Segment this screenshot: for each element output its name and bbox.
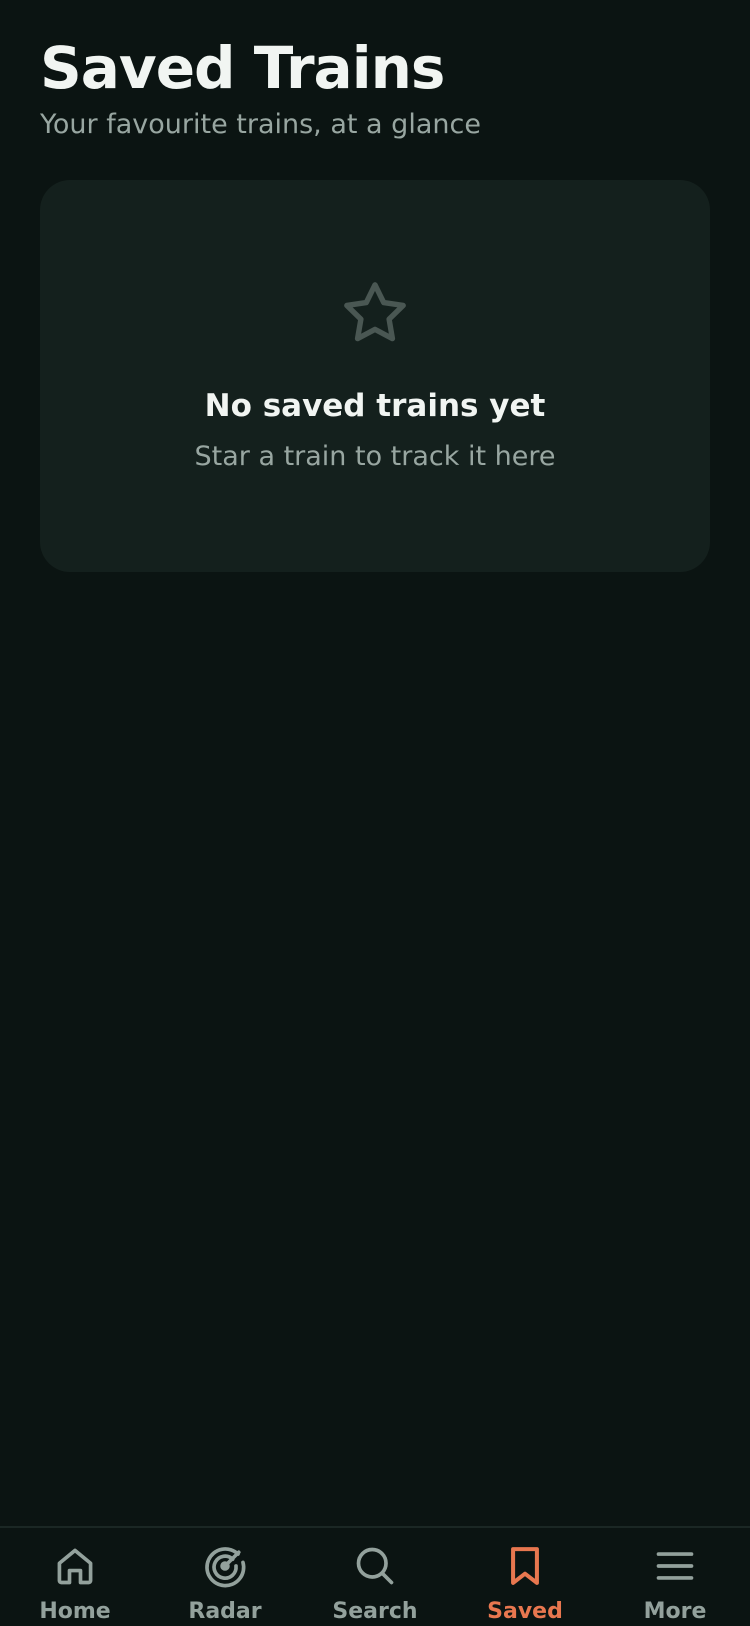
- menu-icon: [656, 1552, 694, 1580]
- page-header: Saved Trains Your favourite trains, at a…: [40, 34, 710, 142]
- radar-icon: [205, 1547, 246, 1588]
- empty-state-title: No saved trains yet: [204, 388, 546, 424]
- search-icon: [356, 1547, 394, 1585]
- tab-label: Radar: [188, 1599, 262, 1624]
- star-icon: [344, 282, 406, 342]
- tab-label: Home: [39, 1599, 111, 1624]
- tab-label: More: [643, 1599, 707, 1624]
- page-title: Saved Trains: [40, 34, 445, 102]
- tab-label: Search: [332, 1599, 418, 1624]
- tab-label: Saved: [487, 1599, 563, 1624]
- bottom-tab-bar: Home Radar Search Saved More: [0, 1526, 750, 1626]
- page-subtitle: Your favourite trains, at a glance: [40, 109, 481, 140]
- bookmark-icon: [511, 1547, 539, 1585]
- empty-state-card: No saved trains yet Star a train to trac…: [40, 180, 710, 572]
- tab-more[interactable]: More: [600, 1528, 750, 1626]
- tab-radar[interactable]: Radar: [150, 1528, 300, 1626]
- tab-search[interactable]: Search: [300, 1528, 450, 1626]
- empty-state-message: Star a train to track it here: [194, 441, 556, 472]
- tab-saved[interactable]: Saved: [450, 1528, 600, 1626]
- home-icon: [57, 1548, 93, 1585]
- tab-home[interactable]: Home: [0, 1528, 150, 1626]
